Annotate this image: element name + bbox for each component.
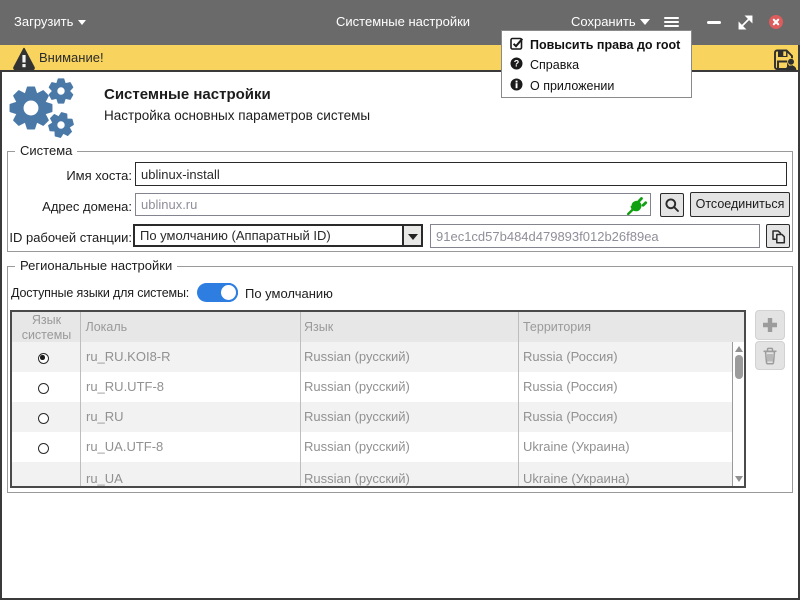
- svg-text:?: ?: [514, 58, 520, 68]
